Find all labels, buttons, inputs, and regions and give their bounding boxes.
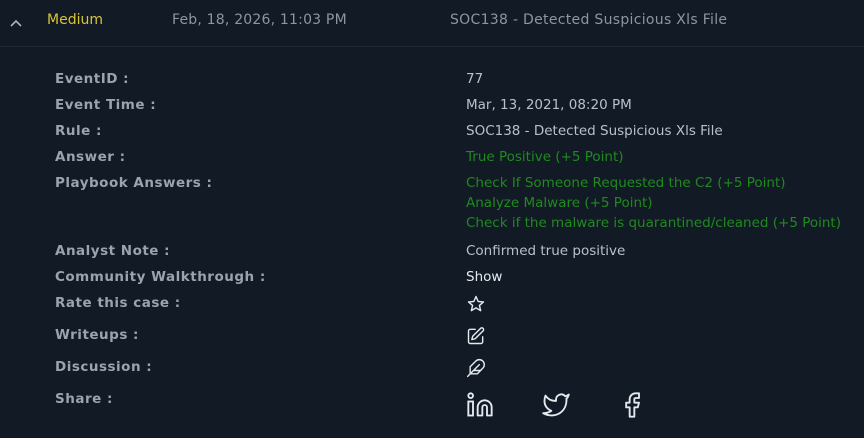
playbook-answer-2: Analyze Malware (+5 Point) [466,195,653,211]
alert-row-header[interactable]: Medium Feb, 18, 2026, 11:03 PM SOC138 - … [0,0,864,47]
show-walkthrough-link[interactable]: Show [466,269,502,285]
linkedin-icon[interactable] [466,391,494,419]
chevron-up-icon[interactable] [9,14,23,27]
edit-icon[interactable] [466,326,486,346]
alert-date: Feb, 18, 2026, 11:03 PM [172,12,347,28]
alert-title: SOC138 - Detected Suspicious Xls File [450,12,728,28]
answer-value: True Positive (+5 Point) [466,149,624,165]
discussion-label: Discussion : [55,359,153,375]
event-id-label: EventID : [55,71,130,87]
rule-label: Rule : [55,123,102,139]
rule-value: SOC138 - Detected Suspicious Xls File [466,123,723,139]
playbook-answer-3: Check if the malware is quarantined/clea… [466,215,841,231]
analyst-note-label: Analyst Note : [55,243,171,259]
twitter-icon[interactable] [542,391,570,419]
answer-label: Answer : [55,149,126,165]
star-icon[interactable] [466,294,486,314]
playbook-answer-1: Check If Someone Requested the C2 (+5 Po… [466,175,786,191]
community-walkthrough-label: Community Walkthrough : [55,269,266,285]
feather-icon[interactable] [466,358,486,378]
severity-badge: Medium [47,12,103,28]
share-label: Share : [55,391,113,407]
rate-case-label: Rate this case : [55,295,181,311]
playbook-answers-label: Playbook Answers : [55,175,213,191]
event-time-value: Mar, 13, 2021, 08:20 PM [466,97,632,113]
event-id-value: 77 [466,71,484,87]
analyst-note-value: Confirmed true positive [466,243,626,259]
event-time-label: Event Time : [55,97,157,113]
facebook-icon[interactable] [618,391,646,419]
writeups-label: Writeups : [55,327,139,343]
